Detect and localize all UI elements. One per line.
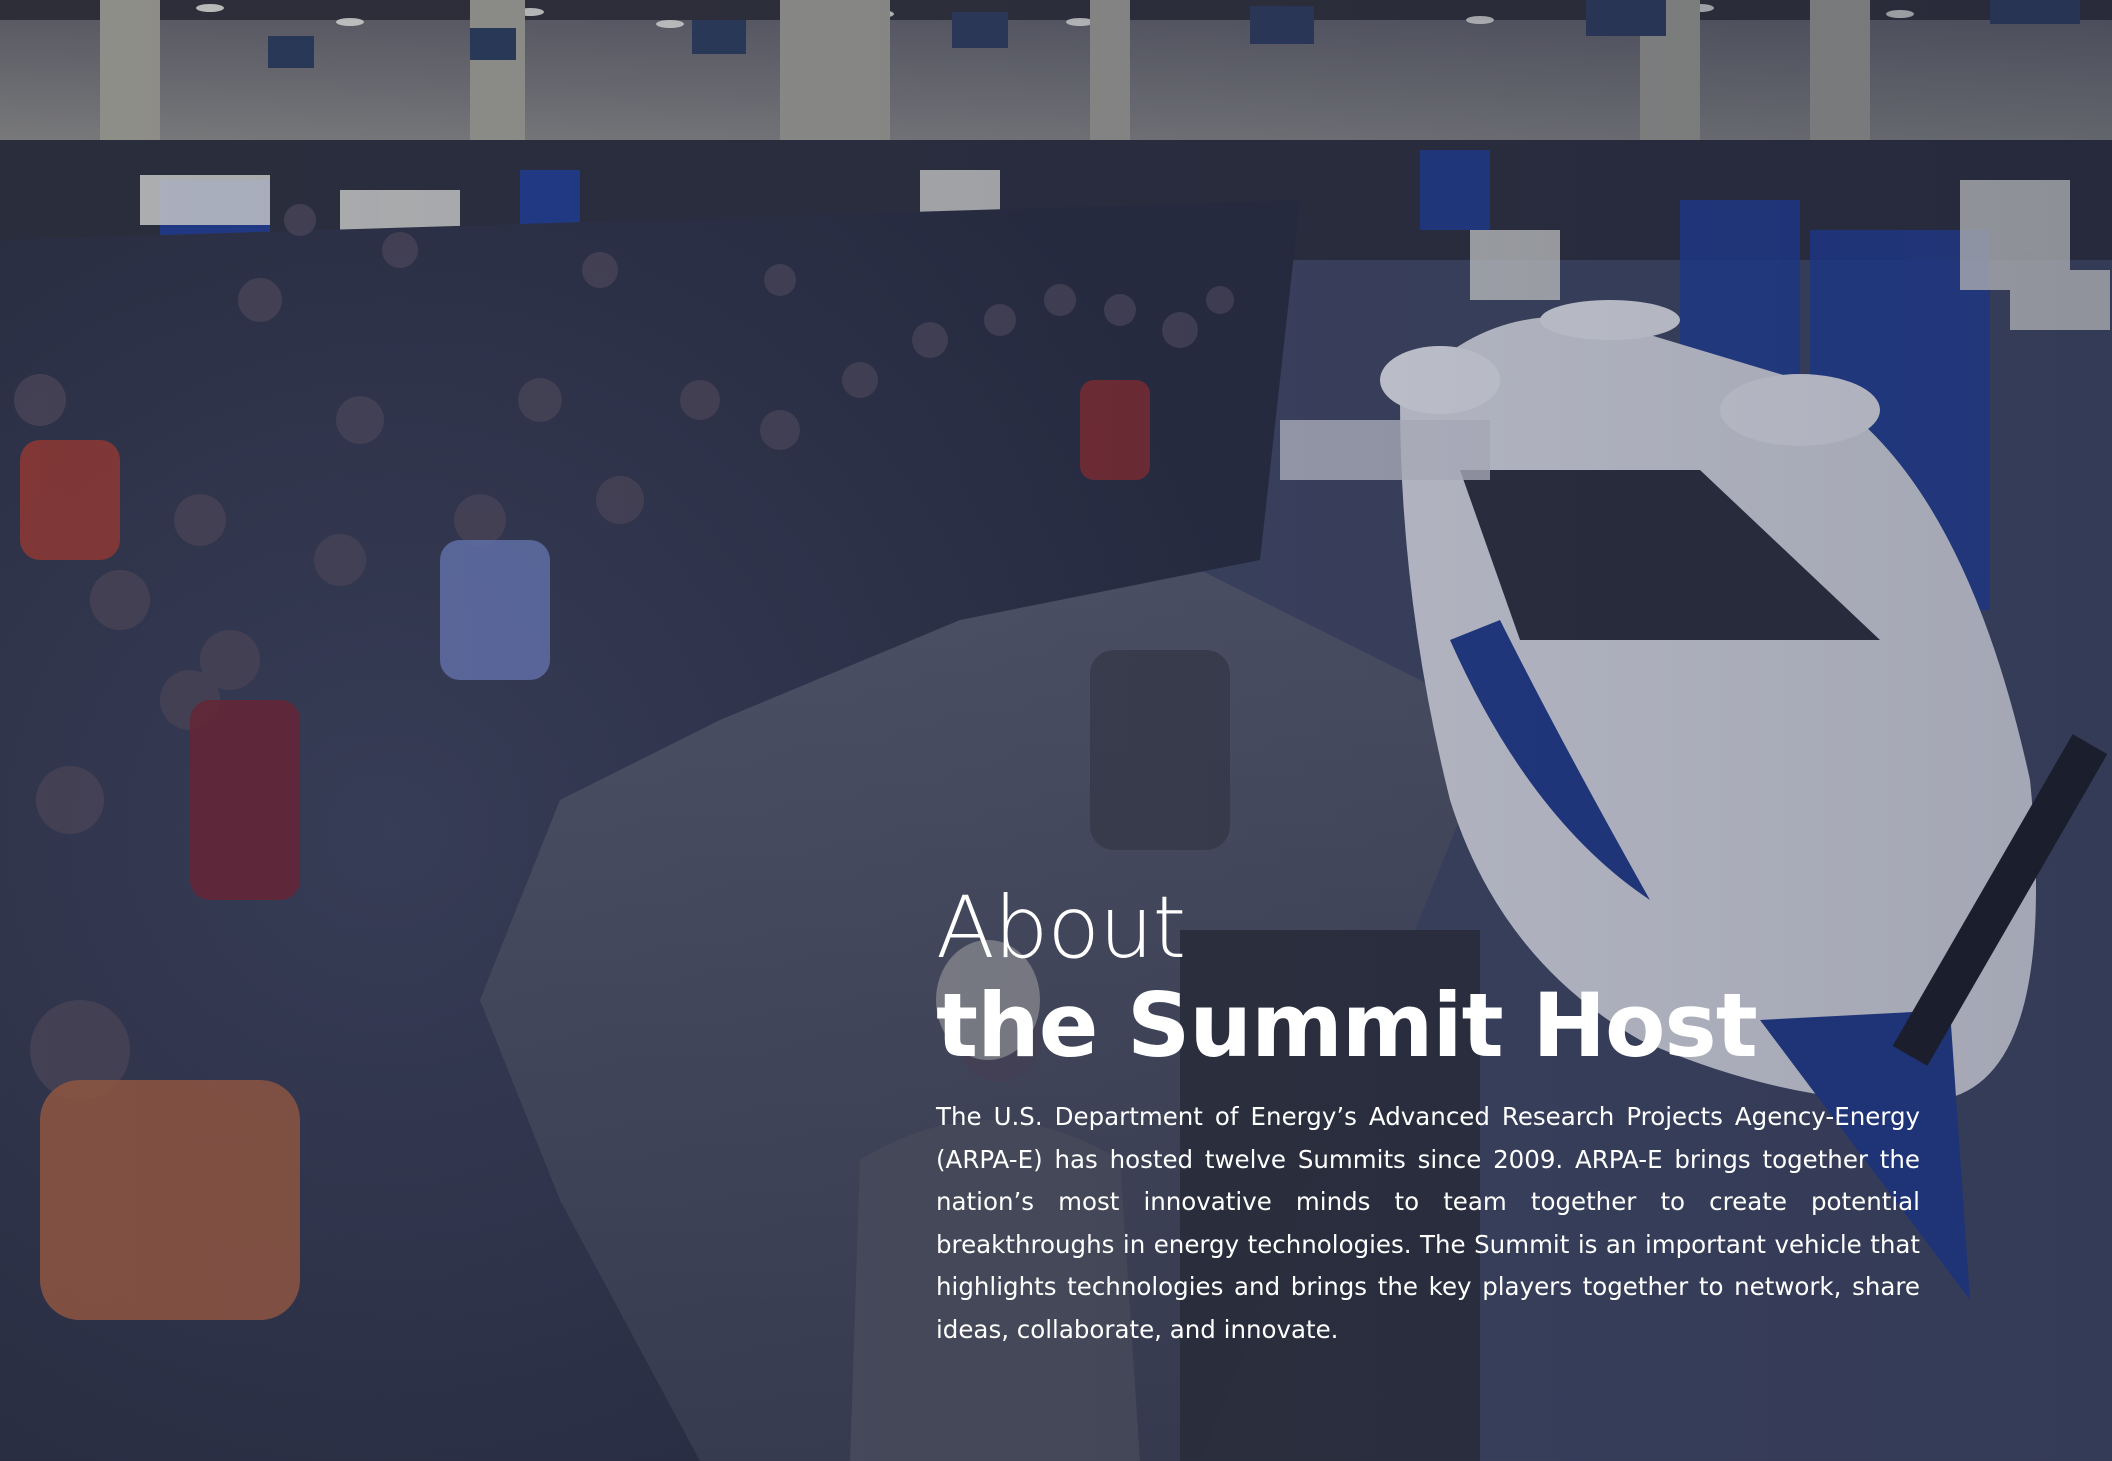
heading-about: About — [936, 878, 1186, 978]
body-paragraph: The U.S. Department of Energy’s Advanced… — [936, 1102, 1920, 1344]
heading-summit-host: the Summit Host — [936, 974, 1758, 1077]
about-section: About the Summit Host The U.S. Departmen… — [936, 880, 1920, 1351]
